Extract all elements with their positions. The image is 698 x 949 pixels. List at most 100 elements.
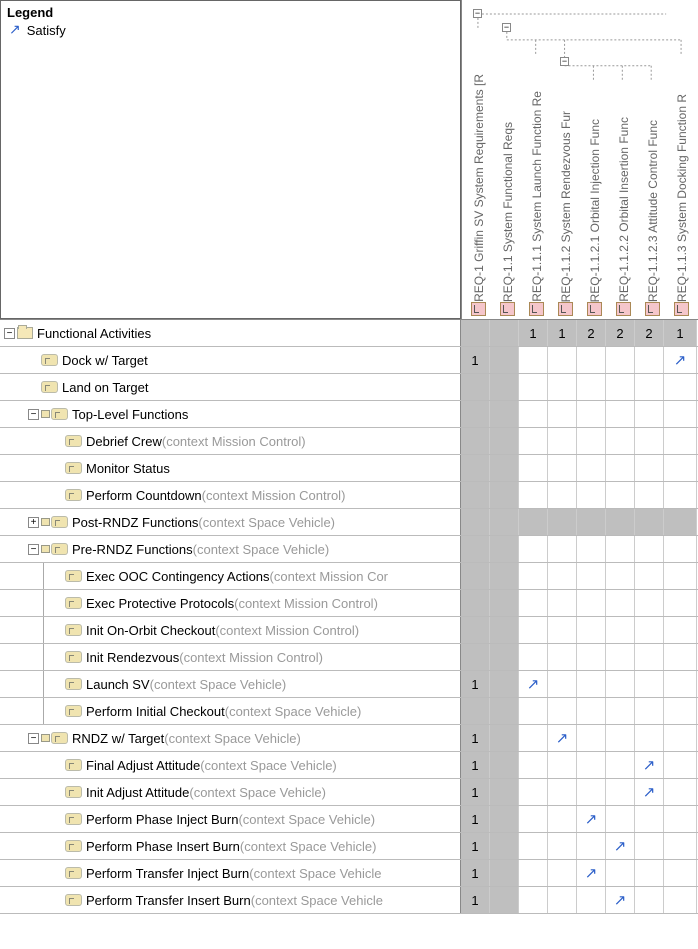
matrix-cell[interactable]: [519, 644, 548, 670]
matrix-cell[interactable]: 1: [461, 887, 490, 913]
matrix-cell[interactable]: [664, 536, 697, 562]
matrix-cell[interactable]: [490, 455, 519, 481]
matrix-cell[interactable]: [577, 698, 606, 724]
matrix-cell[interactable]: [664, 806, 697, 832]
matrix-cell[interactable]: [548, 455, 577, 481]
matrix-cell[interactable]: [635, 644, 664, 670]
matrix-cell[interactable]: [461, 320, 490, 346]
matrix-cell[interactable]: [548, 752, 577, 778]
matrix-cell[interactable]: [664, 860, 697, 886]
matrix-cell[interactable]: [664, 401, 697, 427]
matrix-cell[interactable]: [490, 806, 519, 832]
column-header[interactable]: REQ-1 Griffin SV System Requirements [R: [464, 0, 493, 319]
matrix-cell[interactable]: [548, 428, 577, 454]
matrix-cell[interactable]: [461, 590, 490, 616]
matrix-cell[interactable]: [490, 779, 519, 805]
matrix-row[interactable]: Land on Target: [0, 374, 698, 401]
matrix-cell[interactable]: [606, 617, 635, 643]
matrix-cell[interactable]: [664, 563, 697, 589]
matrix-cell[interactable]: [548, 401, 577, 427]
matrix-cell[interactable]: [461, 644, 490, 670]
matrix-cell[interactable]: [519, 536, 548, 562]
matrix-cell[interactable]: [519, 509, 548, 535]
matrix-cell[interactable]: [519, 725, 548, 751]
matrix-cell[interactable]: 1: [519, 320, 548, 346]
matrix-cell[interactable]: [664, 779, 697, 805]
matrix-cell[interactable]: [664, 428, 697, 454]
satisfy-link-cell[interactable]: ↗: [519, 671, 548, 697]
matrix-cell[interactable]: [635, 887, 664, 913]
matrix-row[interactable]: +Post-RNDZ Functions(context Space Vehic…: [0, 509, 698, 536]
matrix-row[interactable]: Perform Phase Inject Burn(context Space …: [0, 806, 698, 833]
column-header[interactable]: REQ-1.1 System Functional Reqs: [493, 0, 522, 319]
matrix-cell[interactable]: [664, 725, 697, 751]
matrix-cell[interactable]: [548, 617, 577, 643]
matrix-cell[interactable]: [490, 725, 519, 751]
matrix-cell[interactable]: [548, 698, 577, 724]
matrix-cell[interactable]: [519, 482, 548, 508]
matrix-cell[interactable]: [548, 806, 577, 832]
matrix-cell[interactable]: [635, 698, 664, 724]
matrix-cell[interactable]: [664, 644, 697, 670]
matrix-cell[interactable]: 2: [577, 320, 606, 346]
row-label[interactable]: Exec Protective Protocols(context Missio…: [0, 590, 461, 616]
matrix-row[interactable]: Perform Transfer Insert Burn(context Spa…: [0, 887, 698, 914]
matrix-cell[interactable]: [490, 833, 519, 859]
matrix-row[interactable]: Init Rendezvous(context Mission Control): [0, 644, 698, 671]
matrix-row[interactable]: Exec OOC Contingency Actions(context Mis…: [0, 563, 698, 590]
row-label[interactable]: Perform Phase Insert Burn(context Space …: [0, 833, 461, 859]
column-header[interactable]: REQ-1.1.2.2 Orbital Insertion Func: [609, 0, 638, 319]
row-label[interactable]: −Functional Activities: [0, 320, 461, 346]
matrix-row[interactable]: −RNDZ w/ Target(context Space Vehicle)1↗: [0, 725, 698, 752]
matrix-cell[interactable]: [635, 347, 664, 373]
matrix-row[interactable]: Perform Transfer Inject Burn(context Spa…: [0, 860, 698, 887]
matrix-cell[interactable]: [548, 536, 577, 562]
row-label[interactable]: Perform Transfer Insert Burn(context Spa…: [0, 887, 461, 913]
matrix-cell[interactable]: [577, 509, 606, 535]
column-header[interactable]: REQ-1.1.2 System Rendezvous Fur: [551, 0, 580, 319]
matrix-cell[interactable]: [577, 401, 606, 427]
matrix-cell[interactable]: [664, 752, 697, 778]
matrix-cell[interactable]: [490, 482, 519, 508]
matrix-cell[interactable]: [577, 833, 606, 859]
row-label[interactable]: Dock w/ Target: [0, 347, 461, 373]
matrix-row[interactable]: −Pre-RNDZ Functions(context Space Vehicl…: [0, 536, 698, 563]
matrix-row[interactable]: −Top-Level Functions: [0, 401, 698, 428]
matrix-row[interactable]: Perform Phase Insert Burn(context Space …: [0, 833, 698, 860]
matrix-cell[interactable]: [548, 374, 577, 400]
matrix-cell[interactable]: [664, 698, 697, 724]
matrix-cell[interactable]: 1: [461, 833, 490, 859]
matrix-cell[interactable]: [490, 374, 519, 400]
matrix-cell[interactable]: [490, 698, 519, 724]
matrix-cell[interactable]: [548, 509, 577, 535]
matrix-cell[interactable]: [548, 347, 577, 373]
matrix-cell[interactable]: [519, 590, 548, 616]
matrix-cell[interactable]: [577, 887, 606, 913]
matrix-cell[interactable]: 1: [664, 320, 697, 346]
matrix-cell[interactable]: [664, 482, 697, 508]
matrix-cell[interactable]: [490, 428, 519, 454]
row-label[interactable]: Init On-Orbit Checkout(context Mission C…: [0, 617, 461, 643]
collapse-toggle[interactable]: −: [4, 328, 15, 339]
collapse-toggle[interactable]: −: [28, 544, 39, 555]
matrix-cell[interactable]: [577, 644, 606, 670]
matrix-cell[interactable]: [519, 860, 548, 886]
row-label[interactable]: −RNDZ w/ Target(context Space Vehicle): [0, 725, 461, 751]
matrix-cell[interactable]: [490, 752, 519, 778]
matrix-cell[interactable]: [461, 401, 490, 427]
column-header[interactable]: REQ-1.1.3 System Docking Function R: [667, 0, 696, 319]
row-label[interactable]: −Pre-RNDZ Functions(context Space Vehicl…: [0, 536, 461, 562]
matrix-cell[interactable]: [577, 752, 606, 778]
matrix-row[interactable]: −Functional Activities112221: [0, 320, 698, 347]
matrix-cell[interactable]: [577, 617, 606, 643]
matrix-row[interactable]: Init Adjust Attitude(context Space Vehic…: [0, 779, 698, 806]
matrix-cell[interactable]: [606, 644, 635, 670]
matrix-cell[interactable]: 1: [461, 860, 490, 886]
row-label[interactable]: Monitor Status: [0, 455, 461, 481]
satisfy-link-cell[interactable]: ↗: [635, 779, 664, 805]
matrix-cell[interactable]: 1: [461, 779, 490, 805]
matrix-cell[interactable]: [490, 617, 519, 643]
matrix-cell[interactable]: [548, 887, 577, 913]
matrix-cell[interactable]: [461, 509, 490, 535]
satisfy-link-cell[interactable]: ↗: [606, 833, 635, 859]
